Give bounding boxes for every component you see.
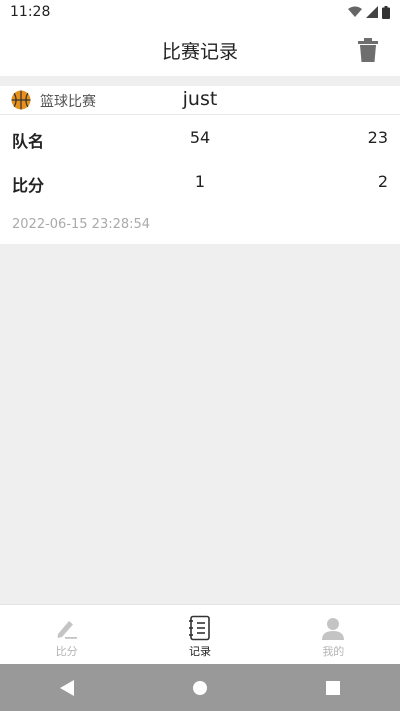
- away-score-value: 2: [377, 172, 388, 191]
- nav-item-profile[interactable]: 我的: [267, 605, 400, 665]
- away-team-value: 23: [367, 128, 388, 147]
- record-timestamp: 2022-06-15 23:28:54: [12, 217, 151, 232]
- status-icons: [348, 5, 390, 19]
- team-name-row: 队名 54 23: [0, 124, 400, 154]
- system-navigation-bar: [0, 664, 400, 711]
- match-name: just: [182, 88, 218, 110]
- record-card[interactable]: 篮球比赛 just 队名 54 23 比分 1 2 2022-06-15 23:…: [0, 86, 400, 244]
- nav-label: 我的: [322, 645, 345, 658]
- score-row: 比分 1 2: [0, 168, 400, 198]
- page-title: 比赛记录: [161, 40, 238, 63]
- status-bar: 11:28: [0, 0, 400, 24]
- status-time: 11:28: [10, 4, 51, 20]
- record-header: 篮球比赛 just: [0, 86, 400, 115]
- recents-square-icon: [326, 680, 341, 695]
- home-circle-icon: [192, 680, 207, 695]
- home-team-value: 54: [189, 128, 211, 147]
- person-icon: [322, 618, 345, 640]
- home-button[interactable]: [180, 668, 220, 708]
- home-score-value: 1: [194, 172, 206, 191]
- app-bar: 比赛记录: [0, 24, 400, 76]
- back-button[interactable]: [47, 668, 87, 708]
- notebook-icon: [188, 615, 210, 641]
- delete-button[interactable]: [356, 37, 380, 63]
- nav-label: 记录: [188, 645, 211, 658]
- back-triangle-icon: [59, 679, 74, 696]
- bottom-nav: 比分 记录 我的: [0, 604, 400, 665]
- recents-button[interactable]: [313, 668, 353, 708]
- nav-item-records[interactable]: 记录: [133, 605, 266, 665]
- row-label: 比分: [12, 176, 45, 195]
- trash-icon: [358, 38, 378, 62]
- pencil-icon: [57, 621, 77, 639]
- row-label: 队名: [12, 132, 45, 151]
- battery-icon: [382, 5, 390, 19]
- nav-item-score[interactable]: 比分: [0, 605, 133, 665]
- signal-icon: [366, 6, 378, 18]
- nav-label: 比分: [55, 645, 78, 658]
- wifi-icon: [348, 6, 362, 17]
